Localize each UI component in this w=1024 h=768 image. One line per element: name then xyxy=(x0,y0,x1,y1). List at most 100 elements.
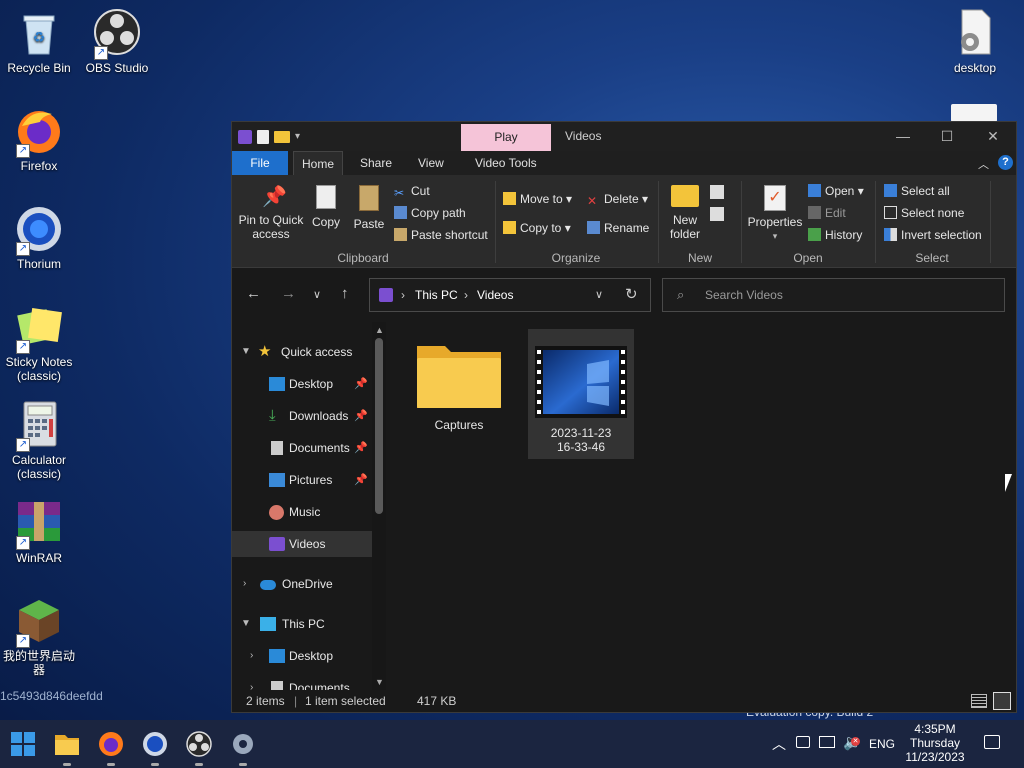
select-all-button[interactable]: Select all xyxy=(884,184,950,198)
nav-scrollbar[interactable]: ▲ ▼ xyxy=(372,322,386,690)
address-dropdown-icon[interactable]: ∨ xyxy=(595,288,603,301)
title-bar[interactable]: ▾ Play Videos — ☐ ✕ xyxy=(232,122,1016,151)
cloud-icon xyxy=(260,580,276,590)
new-item-icon[interactable] xyxy=(710,185,724,199)
firefox-taskbar-icon[interactable] xyxy=(97,730,125,758)
tab-home[interactable]: Home xyxy=(293,151,343,175)
nav-item-pictures[interactable]: Pictures 📌 xyxy=(232,467,372,493)
video-thumbnail-icon xyxy=(535,346,627,418)
nav-item-videos[interactable]: Videos xyxy=(232,531,372,557)
copy-path-button[interactable]: Copy path xyxy=(394,206,466,220)
sticky-notes-icon: ↗ xyxy=(14,302,64,354)
nav-onedrive[interactable]: OneDrive xyxy=(232,571,372,597)
tab-view[interactable]: View xyxy=(410,151,452,175)
edit-button[interactable]: Edit xyxy=(808,206,846,220)
nav-item-downloads[interactable]: ⤓ Downloads 📌 xyxy=(232,403,372,429)
cut-button[interactable]: ✂ Cut xyxy=(394,184,430,200)
nav-quick-access[interactable]: ★ Quick access xyxy=(258,339,372,365)
nav-this-pc-documents[interactable]: Documents xyxy=(232,675,372,690)
history-button[interactable]: History xyxy=(808,228,862,242)
input-language[interactable]: ENG xyxy=(869,737,895,751)
invert-selection-button[interactable]: Invert selection xyxy=(884,228,982,242)
refresh-icon[interactable]: ↻ xyxy=(625,285,638,303)
help-icon[interactable]: ? xyxy=(998,155,1013,170)
scroll-up-icon[interactable]: ▲ xyxy=(375,325,384,335)
paste-button[interactable]: Paste xyxy=(349,185,389,231)
breadcrumb-this-pc[interactable]: This PC xyxy=(415,288,458,302)
copy-button[interactable]: Copy xyxy=(306,185,346,229)
collapse-ribbon-icon[interactable]: ︿ xyxy=(978,156,989,172)
volume-muted-icon[interactable]: 🔈✕ xyxy=(843,733,862,751)
settings-gear-taskbar-icon[interactable] xyxy=(229,730,257,758)
properties-dropdown-icon: ▾ xyxy=(772,231,778,241)
maximize-button[interactable]: ☐ xyxy=(924,122,970,151)
desktop-icon-firefox[interactable]: ↗ Firefox xyxy=(0,106,78,173)
item-count: 2 items xyxy=(246,694,285,708)
desktop-icon-obs-studio[interactable]: ↗ OBS Studio xyxy=(78,8,156,75)
thorium-taskbar-icon[interactable] xyxy=(141,730,169,758)
network-icon[interactable] xyxy=(819,736,835,748)
pin-icon[interactable]: 📌 xyxy=(354,435,368,461)
pin-icon[interactable]: 📌 xyxy=(354,371,368,397)
rename-button[interactable]: Rename xyxy=(587,221,649,235)
copy-path-icon xyxy=(394,206,407,219)
show-hidden-icons-chevron-icon[interactable]: ︿ xyxy=(772,734,786,754)
desktop-icon-calculator[interactable]: ↗ Calculator (classic) xyxy=(0,400,78,481)
up-arrow-icon[interactable]: ↑ xyxy=(341,285,349,302)
pin-icon[interactable]: 📌 xyxy=(354,403,368,429)
address-bar[interactable]: › This PC › Videos ∨ ↻ xyxy=(369,278,651,312)
desktop-icon-thorium[interactable]: ↗ Thorium xyxy=(0,204,78,271)
nav-item-documents[interactable]: Documents 📌 xyxy=(232,435,372,461)
nav-item-desktop[interactable]: Desktop 📌 xyxy=(232,371,372,397)
scroll-thumb[interactable] xyxy=(375,338,383,514)
breadcrumb-videos[interactable]: Videos xyxy=(477,288,513,302)
pin-icon[interactable]: 📌 xyxy=(354,467,368,493)
settings-file-icon xyxy=(950,8,1000,58)
minimize-button[interactable]: — xyxy=(880,122,926,151)
paste-shortcut-button[interactable]: Paste shortcut xyxy=(394,228,488,242)
scroll-down-icon[interactable]: ▼ xyxy=(375,677,384,687)
desktop-icon-sticky-notes[interactable]: ↗ Sticky Notes (classic) xyxy=(0,302,78,383)
forward-arrow-icon[interactable]: → xyxy=(281,285,296,302)
nav-this-pc[interactable]: This PC xyxy=(232,611,372,637)
download-arrow-icon: ⤓ xyxy=(269,407,276,424)
large-icons-view-icon[interactable] xyxy=(993,692,1011,710)
open-button[interactable]: Open ▾ xyxy=(808,184,864,198)
desktop-icon-minecraft-launcher[interactable]: ↗ 我的世界启动器 xyxy=(0,596,78,677)
nav-this-pc-desktop[interactable]: Desktop xyxy=(232,643,372,669)
document-icon xyxy=(271,441,283,455)
easy-access-icon[interactable] xyxy=(710,207,724,221)
context-tab-play[interactable]: Play xyxy=(461,124,551,151)
tab-file[interactable]: File xyxy=(232,151,288,175)
customize-qat-icon[interactable]: ▾ xyxy=(295,131,300,142)
desktop-icon-desktop-ini[interactable]: desktop xyxy=(936,8,1014,75)
obs-taskbar-icon[interactable] xyxy=(185,730,213,758)
desktop-icon-recycle-bin[interactable]: ♻ Recycle Bin xyxy=(0,8,78,75)
tab-video-tools[interactable]: Video Tools xyxy=(467,151,545,175)
copy-to-button[interactable]: Copy to ▾ xyxy=(503,221,571,235)
new-folder-qat-icon[interactable] xyxy=(274,130,290,143)
notifications-icon[interactable] xyxy=(984,735,1000,749)
details-view-icon[interactable] xyxy=(971,694,987,708)
search-box[interactable]: ⌕ Search Videos xyxy=(662,278,1005,312)
nav-item-music[interactable]: Music xyxy=(232,499,372,525)
clock[interactable]: 4:35PM Thursday 11/23/2023 xyxy=(900,722,970,764)
expand-chevron-icon[interactable]: ▼ xyxy=(241,346,251,357)
camera-icon[interactable] xyxy=(796,736,810,748)
pin-to-quick-access-button[interactable]: 📌 Pin to Quick access xyxy=(238,185,304,241)
tab-share[interactable]: Share xyxy=(352,151,400,175)
folder-item[interactable]: Captures xyxy=(413,338,505,432)
properties-button[interactable]: ✓ Properties ▾ xyxy=(746,185,804,243)
start-windows-icon[interactable] xyxy=(9,730,37,758)
desktop-icon-winrar[interactable]: ↗ WinRAR xyxy=(0,498,78,565)
move-to-button[interactable]: Move to ▾ xyxy=(503,192,572,206)
properties-qat-icon[interactable] xyxy=(257,129,269,144)
back-arrow-icon[interactable]: ← xyxy=(246,285,261,302)
video-file-item[interactable]: 2023-11-23 16-33-46 xyxy=(528,329,634,459)
select-none-button[interactable]: Select none xyxy=(884,206,964,220)
recent-locations-chevron-icon[interactable]: ∨ xyxy=(313,288,321,301)
new-folder-button[interactable]: New folder xyxy=(664,185,706,241)
file-explorer-taskbar-icon[interactable] xyxy=(53,730,81,758)
close-button[interactable]: ✕ xyxy=(970,122,1016,151)
delete-button[interactable]: ✕ Delete ▾ xyxy=(587,192,648,208)
